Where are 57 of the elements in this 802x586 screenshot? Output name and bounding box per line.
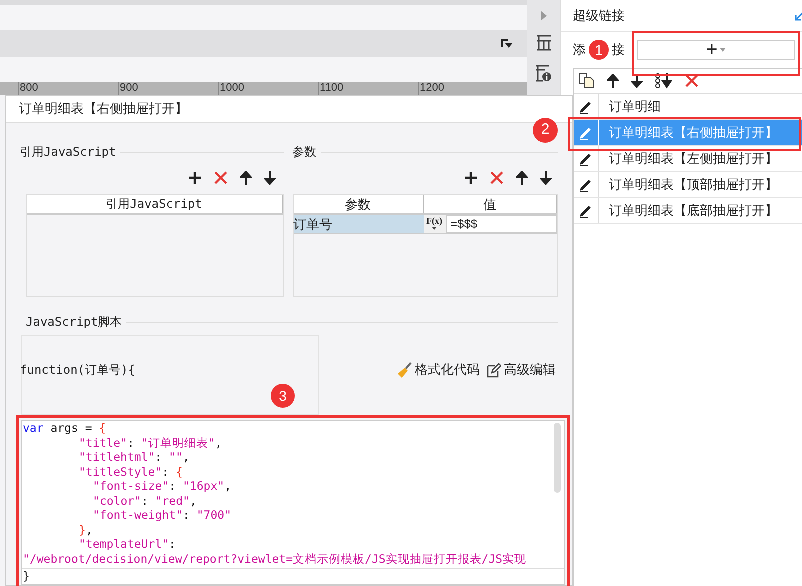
broom-icon bbox=[398, 362, 412, 378]
code-line: "color": "red", bbox=[92, 494, 197, 508]
copy-icon[interactable] bbox=[579, 73, 595, 89]
code-line: "/webroot/decision/view/report?viewlet=文档示例模板/JS实现抽屉打开报表/JS实现 bbox=[23, 552, 527, 566]
function-signature: function(订单号){ bbox=[20, 362, 136, 379]
section-title: 参数 bbox=[292, 144, 317, 161]
column-header: 引用JavaScript bbox=[27, 195, 283, 213]
add-link-button[interactable]: + bbox=[637, 40, 795, 60]
edit-icon bbox=[486, 362, 501, 378]
down-arrow-icon[interactable] bbox=[264, 171, 276, 185]
annotation-badge: 3 bbox=[271, 384, 295, 408]
caret-icon bbox=[720, 48, 726, 52]
add-icon[interactable] bbox=[188, 171, 202, 185]
collapse-arrow-icon[interactable] bbox=[795, 10, 802, 20]
dialog-title: 订单明细表【右侧抽屉打开】 bbox=[6, 96, 572, 123]
section-title: JavaScript脚本 bbox=[25, 314, 122, 331]
down-arrow-icon[interactable] bbox=[631, 74, 643, 88]
panel-title: 超级链接 bbox=[573, 6, 625, 25]
delete-icon[interactable] bbox=[490, 171, 504, 185]
link-list-item[interactable]: 订单明细表【底部抽屉打开】 bbox=[574, 198, 802, 224]
down-arrow-icon[interactable] bbox=[540, 171, 552, 185]
up-arrow-icon[interactable] bbox=[516, 171, 528, 185]
link-list-item[interactable]: 订单明细表【顶部抽屉打开】 bbox=[574, 172, 802, 198]
column-header: 参数 bbox=[294, 195, 424, 213]
scrollbar-thumb[interactable] bbox=[554, 423, 561, 493]
formula-button[interactable]: F(x) bbox=[424, 215, 446, 233]
up-arrow-icon[interactable] bbox=[607, 74, 619, 88]
field-label: 添 bbox=[573, 41, 586, 60]
code-line: "font-size": "16px", bbox=[92, 479, 232, 494]
code-line: "font-weight": "700" bbox=[92, 508, 232, 522]
sort-icon[interactable] bbox=[655, 73, 673, 89]
up-arrow-icon[interactable] bbox=[240, 171, 252, 185]
delete-icon[interactable] bbox=[685, 74, 699, 88]
link-list-item[interactable]: 订单明细 bbox=[574, 94, 802, 120]
table-info-icon[interactable] bbox=[535, 65, 552, 82]
delete-icon[interactable] bbox=[214, 171, 228, 185]
advanced-edit-button[interactable]: 高级编辑 bbox=[486, 360, 556, 380]
code-line: "titleStyle": { bbox=[78, 464, 183, 479]
code-line: "templateUrl": bbox=[78, 537, 176, 552]
column-header: 值 bbox=[424, 195, 557, 213]
annotation-badge: 1 bbox=[589, 40, 609, 60]
format-code-button[interactable]: 格式化代码 bbox=[398, 360, 480, 380]
field-label: 接 bbox=[612, 41, 625, 60]
caret-icon bbox=[432, 227, 438, 230]
code-line: var args = { bbox=[23, 421, 106, 436]
corner-dropdown-icon bbox=[501, 38, 513, 48]
code-line: } bbox=[22, 568, 564, 583]
code-editor[interactable] bbox=[21, 420, 565, 585]
table-grid-icon[interactable] bbox=[536, 35, 552, 51]
section-title: 引用JavaScript bbox=[20, 144, 116, 161]
table-cell: 订单号 bbox=[294, 215, 424, 233]
link-list-item[interactable]: 订单明细表【左侧抽屉打开】 bbox=[574, 146, 802, 172]
add-icon[interactable] bbox=[464, 171, 478, 185]
code-line: "title": "订单明细表", bbox=[78, 436, 222, 450]
code-line: }, bbox=[78, 522, 93, 537]
code-line: "titlehtml": "", bbox=[78, 450, 190, 464]
value-input[interactable]: =$$$ bbox=[446, 215, 557, 233]
